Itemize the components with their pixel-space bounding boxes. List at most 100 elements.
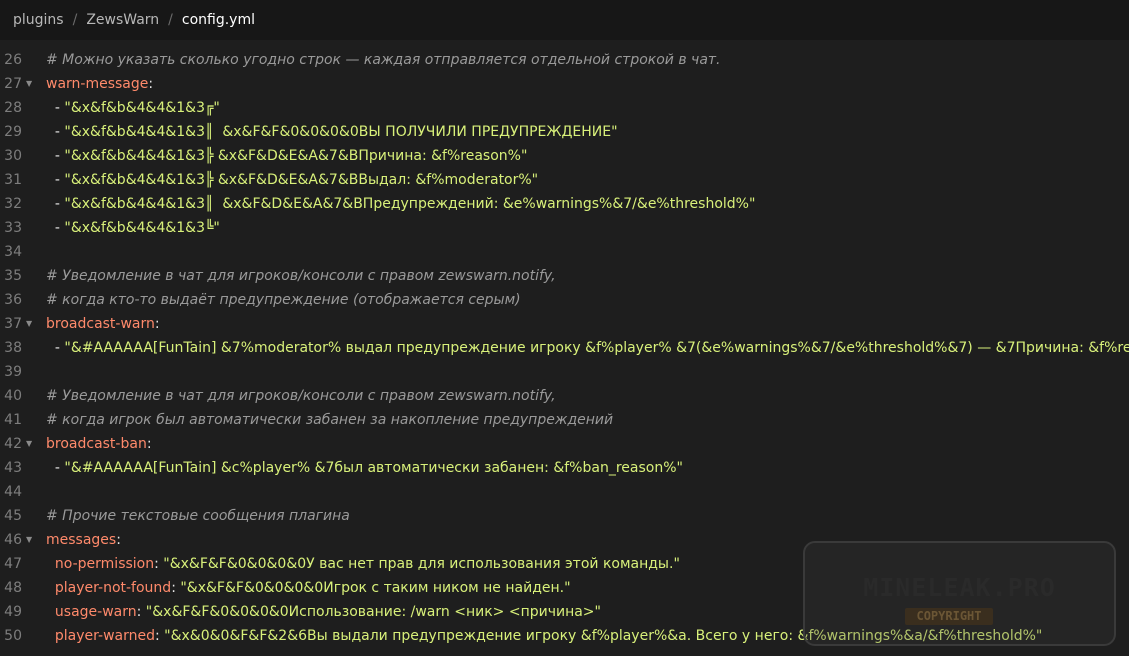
yaml-string: "&#AAAAAA[FunTain] &7%moderator% выдал п… [64, 340, 1129, 356]
yaml-punctuation: - [46, 172, 65, 188]
yaml-punctuation [46, 556, 55, 572]
yaml-punctuation: : [154, 628, 165, 644]
code-line[interactable]: 42 ▼ broadcast-ban: [0, 432, 1129, 456]
code-line[interactable]: 32 - "&x&f&b&4&4&1&3║ &x&F&D&E&A&7&BПред… [0, 192, 1129, 216]
line-number: 48 [4, 580, 22, 596]
code-line[interactable]: 33 - "&x&f&b&4&4&1&3╚" [0, 216, 1129, 240]
line-code: - "&x&f&b&4&4&1&3╚" [46, 216, 220, 240]
yaml-punctuation: : [154, 316, 160, 332]
yaml-punctuation [46, 628, 55, 644]
breadcrumb: plugins / ZewsWarn / config.yml [0, 0, 1129, 40]
line-code: warn-message: [46, 72, 153, 96]
yaml-key: broadcast-warn [46, 316, 155, 332]
line-number: 30 [4, 148, 22, 164]
fold-chevron-icon[interactable]: ▼ [26, 528, 32, 552]
code-line[interactable]: 38 - "&#AAAAAA[FunTain] &7%moderator% вы… [0, 336, 1129, 360]
fold-chevron-icon[interactable]: ▼ [26, 432, 32, 456]
line-code: - "&#AAAAAA[FunTain] &c%player% &7был ав… [46, 456, 683, 480]
yaml-key: player-not-found [54, 580, 172, 596]
line-code: no-permission: "&x&F&F&0&0&0&0У вас нет … [46, 552, 680, 576]
line-code: # Можно указать сколько угодно строк — к… [46, 48, 721, 72]
breadcrumb-item-zewswarn[interactable]: ZewsWarn [86, 12, 159, 28]
line-number: 27 [4, 76, 22, 92]
yaml-key: usage-warn [54, 604, 137, 620]
line-number: 40 [4, 388, 22, 404]
line-number: 41 [4, 412, 22, 428]
yaml-punctuation: - [46, 100, 65, 116]
line-number: 35 [4, 268, 22, 284]
line-code: - "&x&f&b&4&4&1&3║ &x&F&D&E&A&7&BПредупр… [46, 192, 756, 216]
fold-chevron-icon[interactable]: ▼ [26, 72, 32, 96]
code-line[interactable]: 26 # Можно указать сколько угодно строк —… [0, 48, 1129, 72]
yaml-punctuation: - [46, 340, 65, 356]
line-number: 46 [4, 532, 22, 548]
line-code: - "&x&f&b&4&4&1&3╠ &x&F&D&E&A&7&BПричина… [46, 144, 528, 168]
yaml-string: "&x&f&b&4&4&1&3╔" [64, 100, 220, 116]
line-code: # когда кто-то выдаёт предупреждение (от… [46, 288, 521, 312]
yaml-punctuation [46, 580, 55, 596]
line-number: 43 [4, 460, 22, 476]
line-number: 26 [4, 52, 22, 68]
watermark-copyright: COPYRIGHT [905, 608, 993, 625]
yaml-string: "&x&F&F&0&0&0&0Игрок с таким ником не на… [180, 580, 571, 596]
yaml-punctuation: - [46, 148, 65, 164]
code-line[interactable]: 31 - "&x&f&b&4&4&1&3╠ &x&F&D&E&A&7&BВыда… [0, 168, 1129, 192]
line-number: 45 [4, 508, 22, 524]
code-line[interactable]: 36 # когда кто-то выдаёт предупреждение (… [0, 288, 1129, 312]
line-number: 37 [4, 316, 22, 332]
yaml-key: messages [46, 532, 117, 548]
yaml-punctuation: : [148, 76, 154, 92]
fold-chevron-icon[interactable]: ▼ [26, 312, 32, 336]
line-number: 44 [4, 484, 22, 500]
code-line[interactable]: 29 - "&x&f&b&4&4&1&3║ &x&F&F&0&0&0&0ВЫ П… [0, 120, 1129, 144]
code-line[interactable]: 34 [0, 240, 1129, 264]
yaml-string: "&x&f&b&4&4&1&3╠ &x&F&D&E&A&7&BВыдал: &f… [64, 172, 539, 188]
breadcrumb-item-current-file[interactable]: config.yml [182, 12, 255, 28]
line-code: # Прочие текстовые сообщения плагина [46, 504, 350, 528]
line-code: - "&x&f&b&4&4&1&3║ &x&F&F&0&0&0&0ВЫ ПОЛУ… [46, 120, 618, 144]
line-number: 38 [4, 340, 22, 356]
yaml-string: "&x&f&b&4&4&1&3║ &x&F&F&0&0&0&0ВЫ ПОЛУЧИ… [64, 124, 618, 140]
line-number: 42 [4, 436, 22, 452]
code-line[interactable]: 43 - "&#AAAAAA[FunTain] &c%player% &7был… [0, 456, 1129, 480]
yaml-punctuation: : [136, 604, 146, 620]
line-code: messages: [46, 528, 121, 552]
code-line[interactable]: 30 - "&x&f&b&4&4&1&3╠ &x&F&D&E&A&7&BПрич… [0, 144, 1129, 168]
yaml-punctuation: - [46, 196, 65, 212]
yaml-string: "&x&f&b&4&4&1&3╠ &x&F&D&E&A&7&BПричина: … [64, 148, 528, 164]
watermark-title: MINELEAK.PRO [863, 573, 1056, 602]
yaml-punctuation: : [116, 532, 121, 548]
breadcrumb-separator: / [72, 12, 78, 28]
yaml-string: "&x&f&b&4&4&1&3║ &x&F&D&E&A&7&BПредупреж… [64, 196, 756, 212]
yaml-key: player-warned [54, 628, 155, 644]
line-number: 39 [4, 364, 22, 380]
line-number: 34 [4, 244, 22, 260]
line-number: 31 [4, 172, 22, 188]
code-line[interactable]: 44 [0, 480, 1129, 504]
line-number: 33 [4, 220, 22, 236]
line-number: 47 [4, 556, 22, 572]
code-line[interactable]: 28 - "&x&f&b&4&4&1&3╔" [0, 96, 1129, 120]
code-line[interactable]: 35 # Уведомление в чат для игроков/консол… [0, 264, 1129, 288]
watermark: MINELEAK.PRO COPYRIGHT [803, 541, 1116, 646]
breadcrumb-item-plugins[interactable]: plugins [13, 12, 64, 28]
line-number: 29 [4, 124, 22, 140]
code-line[interactable]: 41 # когда игрок был автоматически забане… [0, 408, 1129, 432]
yaml-punctuation: : [171, 580, 181, 596]
breadcrumb-separator: / [168, 12, 173, 28]
yaml-string: "&#AAAAAA[FunTain] &c%player% &7был авто… [64, 460, 683, 476]
code-line[interactable]: 27 ▼ warn-message: [0, 72, 1129, 96]
code-line[interactable]: 39 [0, 360, 1129, 384]
yaml-key: broadcast-ban [46, 436, 147, 452]
yaml-punctuation [46, 604, 55, 620]
code-line[interactable]: 37 ▼ broadcast-warn: [0, 312, 1129, 336]
yaml-string: "&x&F&F&0&0&0&0Использование: /warn <ник… [145, 604, 601, 620]
line-number: 49 [4, 604, 22, 620]
yaml-punctuation: : [146, 436, 152, 452]
yaml-comment: # Уведомление в чат для игроков/консоли … [46, 388, 556, 404]
code-line[interactable]: 40 # Уведомление в чат для игроков/консол… [0, 384, 1129, 408]
line-number: 28 [4, 100, 22, 116]
code-line[interactable]: 45 # Прочие текстовые сообщения плагина [0, 504, 1129, 528]
line-code: - "&x&f&b&4&4&1&3╔" [46, 96, 220, 120]
line-number: 32 [4, 196, 22, 212]
